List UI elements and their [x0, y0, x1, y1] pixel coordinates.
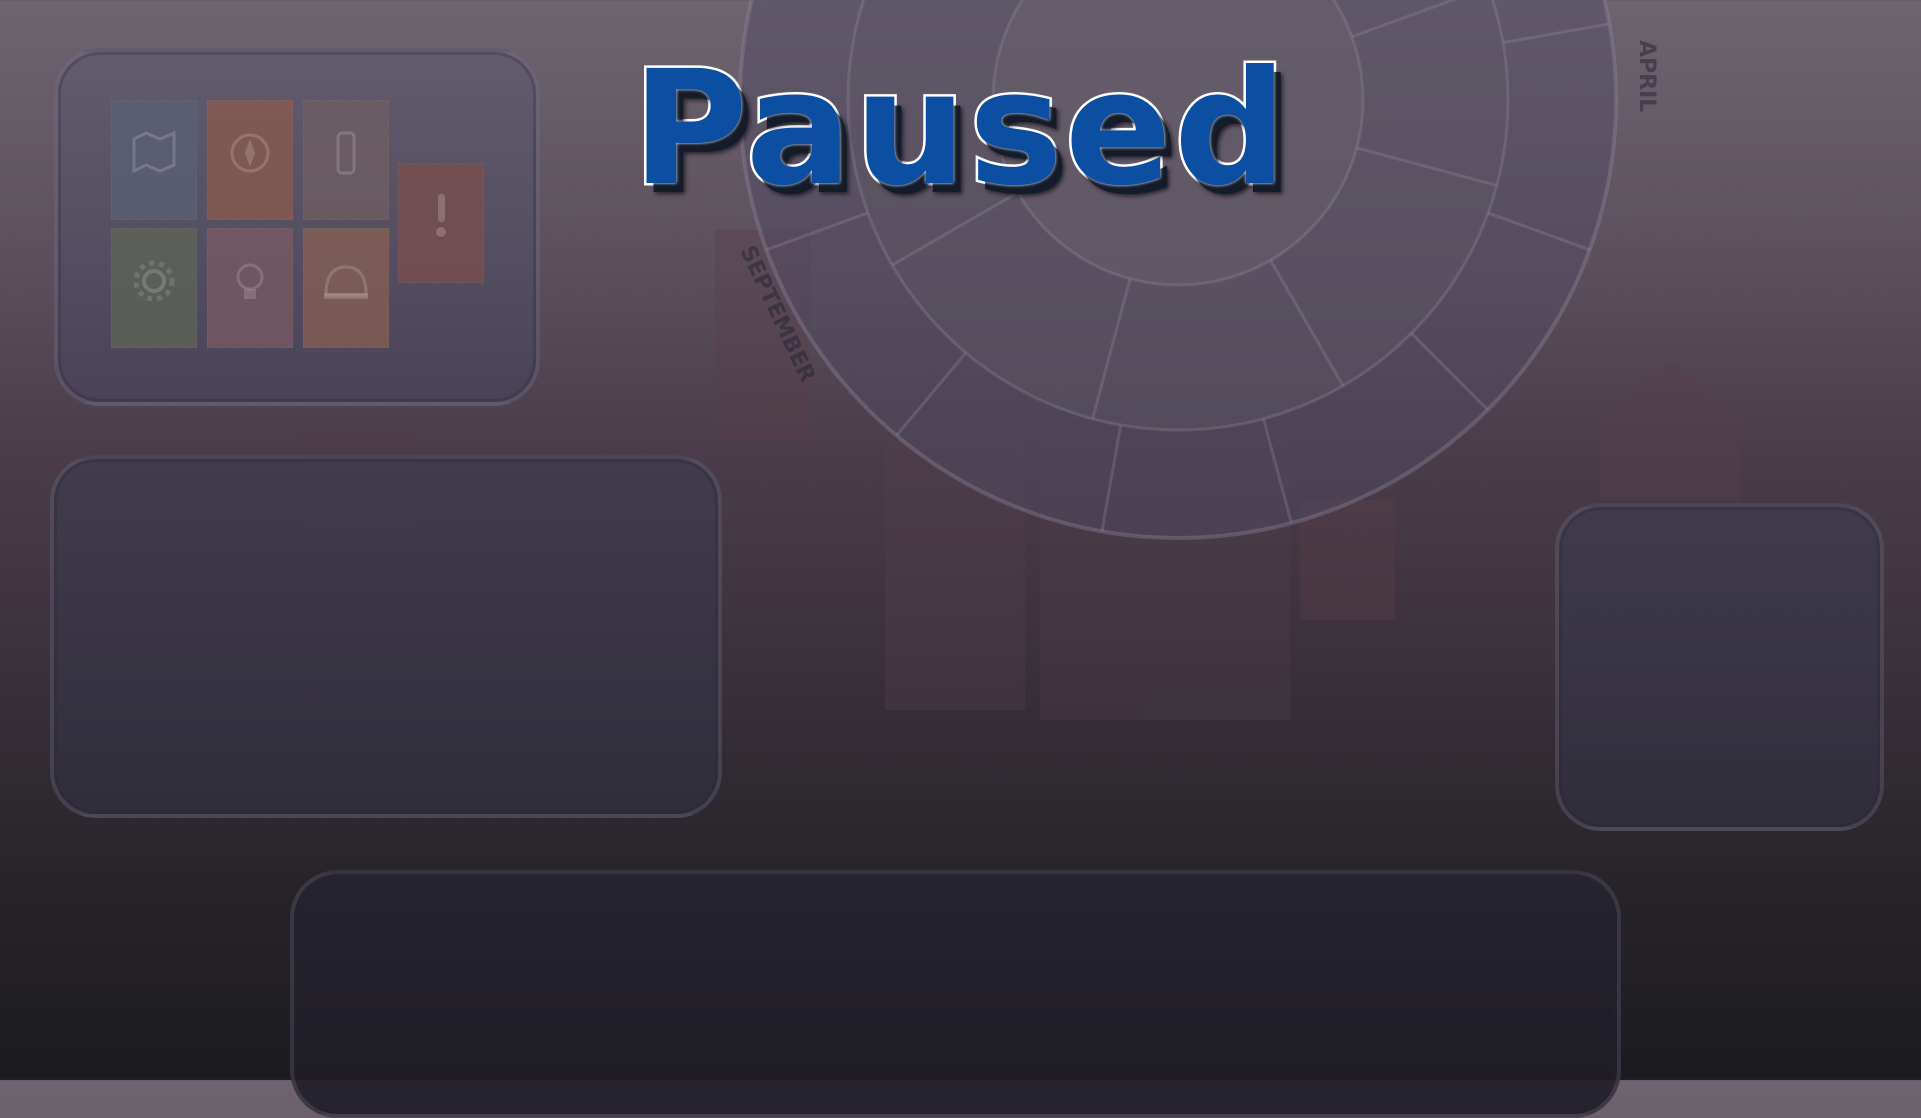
helmet-icon	[324, 265, 368, 299]
bottom-action-panel	[290, 870, 1621, 1118]
left-info-panel	[50, 455, 722, 818]
gear-icon	[133, 260, 175, 302]
inventory-card[interactable]	[207, 228, 293, 348]
lightbulb-icon	[236, 263, 264, 299]
paused-title: Paused	[630, 37, 1290, 221]
right-info-panel	[1555, 503, 1884, 831]
inventory-card[interactable]	[303, 228, 389, 348]
inventory-card[interactable]	[111, 228, 197, 348]
